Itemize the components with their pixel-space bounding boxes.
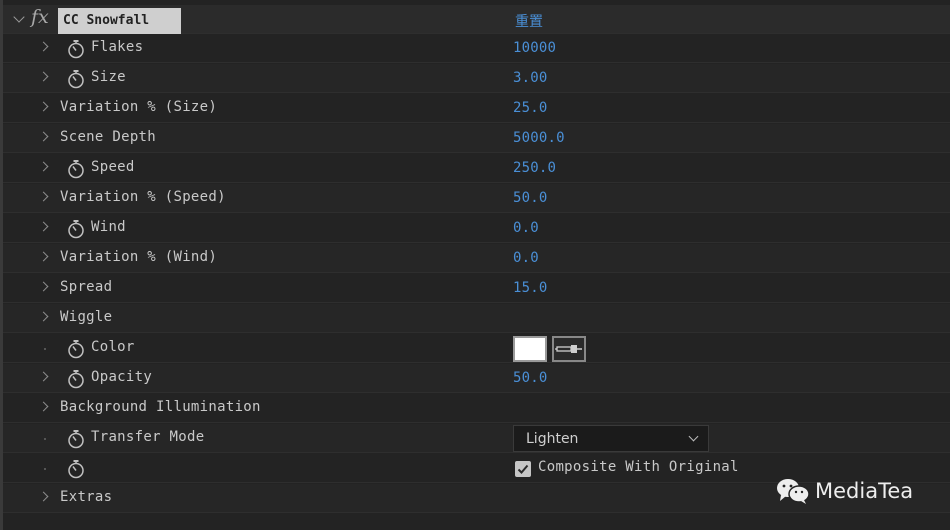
property-label: Transfer Mode [91, 429, 205, 445]
row-marker-dot [44, 438, 46, 440]
property-row-scene-depth: Scene Depth 5000.0 [3, 124, 950, 153]
stopwatch-icon[interactable] [67, 219, 85, 239]
property-row-flakes: Flakes 10000 [3, 34, 950, 63]
wechat-logo-icon [777, 479, 810, 504]
stopwatch-icon[interactable] [67, 459, 85, 479]
property-group-wiggle: Wiggle [3, 304, 950, 333]
checkbox-label: Composite With Original [538, 459, 739, 475]
property-label: Speed [91, 159, 135, 175]
property-label: Flakes [91, 39, 144, 55]
property-row-opacity: Opacity 50.0 [3, 364, 950, 393]
property-value[interactable]: 5000.0 [513, 130, 565, 146]
transfer-mode-dropdown[interactable]: Lighten [513, 425, 709, 452]
property-row-transfer-mode: Transfer Mode Lighten [3, 424, 950, 453]
property-row-wind: Wind 0.0 [3, 214, 950, 243]
property-row-variation-wind: Variation % (Wind) 0.0 [3, 244, 950, 273]
stopwatch-icon[interactable] [67, 369, 85, 389]
chevron-down-icon [688, 431, 699, 442]
property-label: Size [91, 69, 126, 85]
property-label: Opacity [91, 369, 153, 385]
property-label: Wind [91, 219, 126, 235]
row-marker-dot [44, 468, 46, 470]
property-value[interactable]: 0.0 [513, 250, 539, 266]
property-value[interactable]: 25.0 [513, 100, 548, 116]
eyedropper-icon [555, 345, 582, 353]
effect-name[interactable]: CC Snowfall [58, 8, 181, 34]
effect-header-row: fx CC Snowfall 重置 [3, 5, 950, 34]
reset-link[interactable]: 重置 [515, 11, 543, 31]
property-value[interactable]: 0.0 [513, 220, 539, 236]
expand-chevron-icon[interactable] [38, 41, 49, 52]
property-value[interactable]: 50.0 [513, 370, 548, 386]
property-group-background-illumination: Background Illumination [3, 394, 950, 423]
stopwatch-icon[interactable] [67, 429, 85, 449]
property-label: Spread [60, 279, 113, 295]
property-label: Background Illumination [60, 399, 261, 415]
stopwatch-icon[interactable] [67, 69, 85, 89]
property-label: Wiggle [60, 309, 113, 325]
property-row-spread: Spread 15.0 [3, 274, 950, 303]
stopwatch-icon[interactable] [67, 339, 85, 359]
composite-checkbox[interactable] [515, 461, 531, 477]
property-row-color: Color [3, 334, 950, 363]
property-value[interactable]: 15.0 [513, 280, 548, 296]
dropdown-selected-value: Lighten [526, 431, 579, 447]
property-label: Scene Depth [60, 129, 157, 145]
expand-chevron-icon[interactable] [38, 251, 49, 262]
property-label: Color [91, 339, 135, 355]
stopwatch-icon[interactable] [67, 159, 85, 179]
property-row-variation-size: Variation % (Size) 25.0 [3, 94, 950, 123]
watermark-text: MediaTea [815, 479, 914, 503]
watermark: MediaTea [775, 476, 913, 506]
property-label: Extras [60, 489, 113, 505]
property-row-variation-speed: Variation % (Speed) 50.0 [3, 184, 950, 213]
expand-chevron-icon[interactable] [38, 401, 49, 412]
expand-chevron-icon[interactable] [38, 101, 49, 112]
property-value[interactable]: 3.00 [513, 70, 548, 86]
color-swatch[interactable] [513, 336, 547, 362]
collapse-chevron-icon[interactable] [13, 11, 25, 23]
expand-chevron-icon[interactable] [38, 491, 49, 502]
expand-chevron-icon[interactable] [38, 131, 49, 142]
effect-controls-panel: fx CC Snowfall 重置 Flakes 10000 Size 3.00… [0, 0, 950, 530]
expand-chevron-icon[interactable] [38, 371, 49, 382]
property-value[interactable]: 50.0 [513, 190, 548, 206]
property-label: Variation % (Speed) [60, 189, 226, 205]
eyedropper-button[interactable] [552, 336, 586, 362]
stopwatch-icon[interactable] [67, 39, 85, 59]
property-label: Variation % (Wind) [60, 249, 218, 265]
expand-chevron-icon[interactable] [38, 221, 49, 232]
expand-chevron-icon[interactable] [38, 161, 49, 172]
expand-chevron-icon[interactable] [38, 311, 49, 322]
property-value[interactable]: 250.0 [513, 160, 556, 176]
checkmark-icon [517, 464, 529, 474]
row-marker-dot [44, 348, 46, 350]
property-label: Variation % (Size) [60, 99, 218, 115]
property-row-speed: Speed 250.0 [3, 154, 950, 183]
expand-chevron-icon[interactable] [38, 71, 49, 82]
expand-chevron-icon[interactable] [38, 281, 49, 292]
property-row-size: Size 3.00 [3, 64, 950, 93]
expand-chevron-icon[interactable] [38, 191, 49, 202]
property-value[interactable]: 10000 [513, 40, 556, 56]
fx-icon[interactable]: fx [31, 6, 49, 28]
